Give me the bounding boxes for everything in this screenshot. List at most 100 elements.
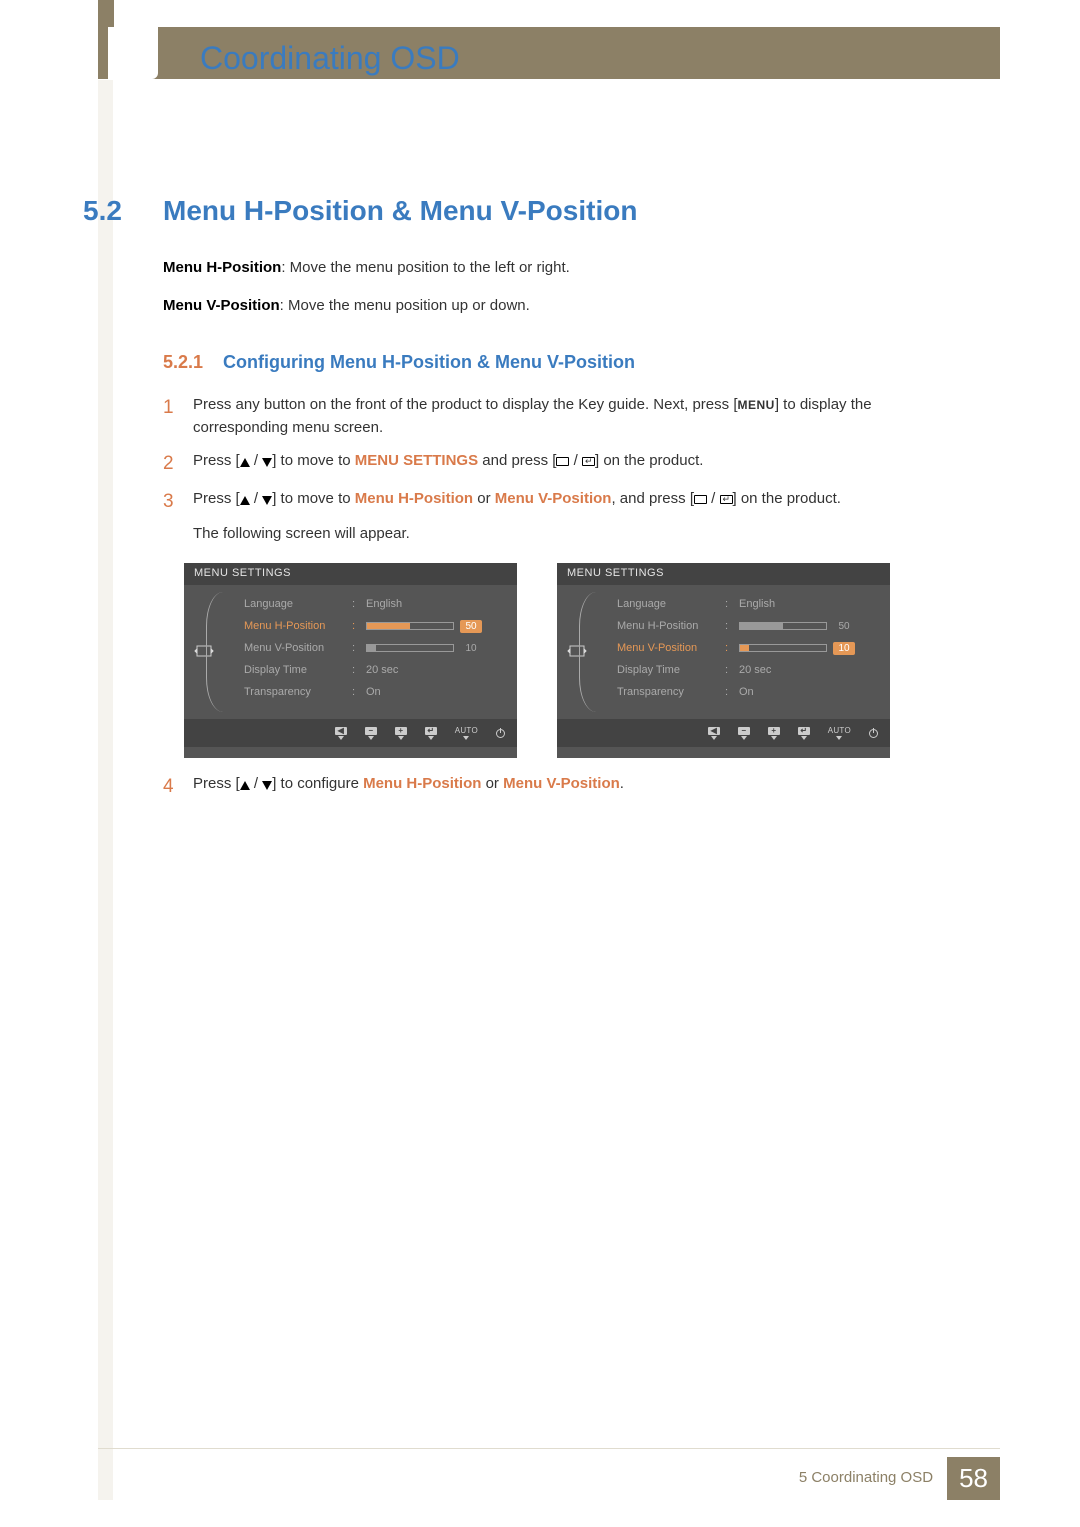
osd-item-display-time: Display Time : 20 sec	[244, 659, 513, 681]
osd-label: Menu H-Position	[617, 620, 719, 632]
return-icon	[582, 457, 595, 466]
step-4-highlight-v: Menu V-Position	[503, 775, 620, 792]
osd-power-icon	[496, 729, 505, 738]
osd-minus-icon: −	[738, 727, 750, 740]
osd-side-icon-col	[557, 585, 597, 719]
osd-label: Menu V-Position	[617, 642, 719, 654]
osd-power-icon	[869, 729, 878, 738]
osd-side-icon-col	[184, 585, 224, 719]
step-3: 3 Press [ / ] to move to Menu H-Position…	[163, 487, 923, 516]
step-4-text-b: ] to configure	[272, 775, 363, 792]
term-menu-v-desc: : Move the menu position up or down.	[280, 297, 530, 314]
step-1-text-a: Press any button on the front of the pro…	[193, 396, 737, 413]
osd-screenshots: MENU SETTINGS Language : English Menu H-…	[184, 563, 890, 758]
rect-icon	[556, 457, 569, 466]
osd-panel-v: MENU SETTINGS Language : English Menu H-…	[557, 563, 890, 758]
step-2-text-a: Press [	[193, 452, 240, 469]
osd-slider-h: 50	[366, 620, 513, 633]
osd-item-language: Language : English	[617, 593, 886, 615]
osd-label: Menu H-Position	[244, 620, 346, 632]
osd-label: Language	[244, 598, 346, 610]
osd-label: Transparency	[617, 686, 719, 698]
step-3-highlight-h: Menu H-Position	[355, 490, 473, 507]
osd-menu-list: Language : English Menu H-Position : 50 …	[597, 585, 890, 719]
page-footer: 5 Coordinating OSD 58	[0, 1448, 1080, 1500]
osd-slider-v: 10	[739, 642, 886, 655]
osd-minus-icon: −	[365, 727, 377, 740]
osd-item-display-time: Display Time : 20 sec	[617, 659, 886, 681]
subsection-title: Configuring Menu H-Position & Menu V-Pos…	[223, 352, 635, 373]
term-menu-v: Menu V-Position	[163, 297, 280, 314]
step-4: 4 Press [ / ] to configure Menu H-Positi…	[163, 772, 923, 810]
step-4-number: 4	[163, 772, 193, 801]
up-triangle-icon	[240, 496, 250, 505]
steps-list: 1 Press any button on the front of the p…	[163, 393, 923, 551]
osd-enter-icon: ↵	[425, 727, 437, 740]
osd-footer: ◀ − + ↵ AUTO	[557, 719, 890, 747]
osd-menu-list: Language : English Menu H-Position : 50 …	[224, 585, 517, 719]
up-triangle-icon	[240, 458, 250, 467]
step-3-text-c: , and press [	[611, 490, 694, 507]
osd-back-icon: ◀	[708, 727, 720, 740]
step-2-text-c: and press [	[478, 452, 556, 469]
step-3-highlight-v: Menu V-Position	[495, 490, 612, 507]
step-1-number: 1	[163, 393, 193, 440]
footer-chapter: 5 Coordinating OSD	[785, 1457, 947, 1500]
osd-item-h-position: Menu H-Position : 50	[244, 615, 513, 637]
step-2: 2 Press [ / ] to move to MENU SETTINGS a…	[163, 449, 923, 478]
osd-auto-icon: AUTO	[828, 726, 851, 740]
return-icon	[720, 495, 733, 504]
osd-item-language: Language : English	[244, 593, 513, 615]
osd-back-icon: ◀	[335, 727, 347, 740]
step-2-text-b: ] to move to	[272, 452, 355, 469]
osd-item-transparency: Transparency : On	[244, 681, 513, 703]
step-4-or: or	[481, 775, 503, 792]
osd-value: 20 sec	[366, 664, 398, 676]
osd-item-v-position: Menu V-Position : 10	[244, 637, 513, 659]
step-3-text-d: ] on the product.	[733, 490, 841, 507]
step-2-text-d: ] on the product.	[595, 452, 703, 469]
osd-slider-value: 50	[460, 620, 482, 633]
osd-slider-h: 50	[739, 620, 886, 633]
term-menu-h: Menu H-Position	[163, 259, 281, 276]
side-column-shade	[98, 80, 113, 1500]
osd-label: Display Time	[244, 664, 346, 676]
osd-label: Language	[617, 598, 719, 610]
osd-plus-icon: +	[395, 727, 407, 740]
osd-item-transparency: Transparency : On	[617, 681, 886, 703]
subsection-number: 5.2.1	[163, 352, 203, 373]
osd-value: English	[366, 598, 402, 610]
step-4-highlight-h: Menu H-Position	[363, 775, 481, 792]
osd-panel-h: MENU SETTINGS Language : English Menu H-…	[184, 563, 517, 758]
rect-icon	[694, 495, 707, 504]
footer-divider	[98, 1448, 1000, 1449]
osd-enter-icon: ↵	[798, 727, 810, 740]
osd-label: Menu V-Position	[244, 642, 346, 654]
osd-slider-value: 10	[833, 642, 855, 655]
step-2-highlight: MENU SETTINGS	[355, 452, 478, 469]
step-3-text-b: ] to move to	[272, 490, 355, 507]
menu-key-icon: MENU	[737, 398, 774, 412]
step-4-end: .	[620, 775, 624, 792]
up-triangle-icon	[240, 781, 250, 790]
osd-slider-value: 10	[460, 642, 482, 655]
step-3-text-a: Press [	[193, 490, 240, 507]
osd-header: MENU SETTINGS	[557, 563, 890, 585]
step-3-or: or	[473, 490, 495, 507]
term-menu-h-desc: : Move the menu position to the left or …	[281, 259, 570, 276]
osd-slider-v: 10	[366, 642, 513, 655]
step-3-note: The following screen will appear.	[193, 525, 923, 542]
osd-label: Transparency	[244, 686, 346, 698]
intro-paragraph-h: Menu H-Position: Move the menu position …	[163, 259, 570, 276]
intro-paragraph-v: Menu V-Position: Move the menu position …	[163, 297, 530, 314]
osd-label: Display Time	[617, 664, 719, 676]
osd-auto-icon: AUTO	[455, 726, 478, 740]
osd-item-v-position: Menu V-Position : 10	[617, 637, 886, 659]
step-3-number: 3	[163, 487, 193, 516]
footer-page-number: 58	[947, 1457, 1000, 1500]
osd-plus-icon: +	[768, 727, 780, 740]
corner-strip	[98, 0, 114, 28]
down-triangle-icon	[262, 458, 272, 467]
osd-value: 20 sec	[739, 664, 771, 676]
step-4-text-a: Press [	[193, 775, 240, 792]
